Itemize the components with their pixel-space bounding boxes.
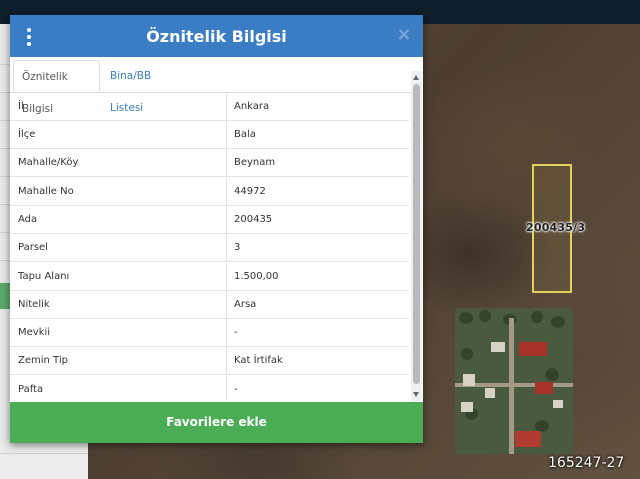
parcel-label: 200435/3 <box>526 221 586 234</box>
modal-header: Öznitelik Bilgisi × <box>10 15 423 57</box>
attribute-value: - <box>234 384 238 395</box>
table-row: İl Ankara <box>10 93 409 121</box>
attribute-info-modal: Öznitelik Bilgisi × Öznitelik Bilgisi Bi… <box>10 15 423 443</box>
attribute-value: Arsa <box>234 299 257 310</box>
watermark: 165247-27 <box>548 455 625 471</box>
attribute-value: Kat İrtifak <box>234 355 283 366</box>
left-panel-strip <box>0 24 10 479</box>
attribute-key: Ada <box>10 206 227 233</box>
table-row: İlçe Bala <box>10 121 409 149</box>
table-scrollbar[interactable] <box>411 71 422 401</box>
attribute-key: Mahalle No <box>10 178 227 205</box>
scroll-up-arrow-icon[interactable] <box>413 75 419 80</box>
modal-title: Öznitelik Bilgisi <box>146 27 287 46</box>
attribute-value: 3 <box>234 242 241 253</box>
attribute-value: Beynam <box>234 157 276 168</box>
table-row: Zemin Tip Kat İrtifak <box>10 347 409 375</box>
tab-bar: Öznitelik Bilgisi Bina/BB Listesi <box>10 57 423 115</box>
left-panel-button[interactable] <box>0 283 10 309</box>
attribute-key: Parsel <box>10 234 227 261</box>
add-to-favorites-button[interactable]: Favorilere ekle <box>10 402 423 443</box>
attribute-key: Pafta <box>10 376 227 400</box>
table-row: Mahalle No 44972 <box>10 178 409 206</box>
table-row: Mahalle/Köy Beynam <box>10 149 409 177</box>
table-row: Pafta - <box>10 376 409 400</box>
table-row: Parsel 3 <box>10 234 409 262</box>
attribute-key: İlçe <box>10 121 227 148</box>
left-panel-lower <box>0 440 88 479</box>
scroll-thumb[interactable] <box>413 84 420 384</box>
attribute-value: - <box>234 327 238 338</box>
tab-building-list[interactable]: Bina/BB Listesi <box>102 60 188 114</box>
attribute-key: Nitelik <box>10 291 227 318</box>
close-icon[interactable]: × <box>396 25 412 45</box>
attribute-value: 1.500,00 <box>234 271 279 282</box>
tab-attribute-info[interactable]: Öznitelik Bilgisi <box>13 60 100 115</box>
attribute-key: İl <box>10 93 227 120</box>
attribute-key: Zemin Tip <box>10 347 227 374</box>
scroll-down-arrow-icon[interactable] <box>413 392 419 397</box>
attribute-value: 200435 <box>234 214 273 225</box>
attribute-table: İl Ankara İlçe Bala Mahalle/Köy Beynam M… <box>10 93 423 400</box>
attribute-key: Tapu Alanı <box>10 263 227 290</box>
table-row: Mevkii - <box>10 319 409 347</box>
table-row: Nitelik Arsa <box>10 291 409 319</box>
attribute-value: Bala <box>234 129 256 140</box>
table-row: Tapu Alanı 1.500,00 <box>10 263 409 291</box>
vertical-dots-icon[interactable] <box>24 28 34 46</box>
attribute-value: Ankara <box>234 101 270 112</box>
attribute-key: Mahalle/Köy <box>10 149 227 176</box>
village-area <box>455 308 573 454</box>
attribute-value: 44972 <box>234 186 266 197</box>
table-row: Ada 200435 <box>10 206 409 234</box>
attribute-key: Mevkii <box>10 319 227 346</box>
